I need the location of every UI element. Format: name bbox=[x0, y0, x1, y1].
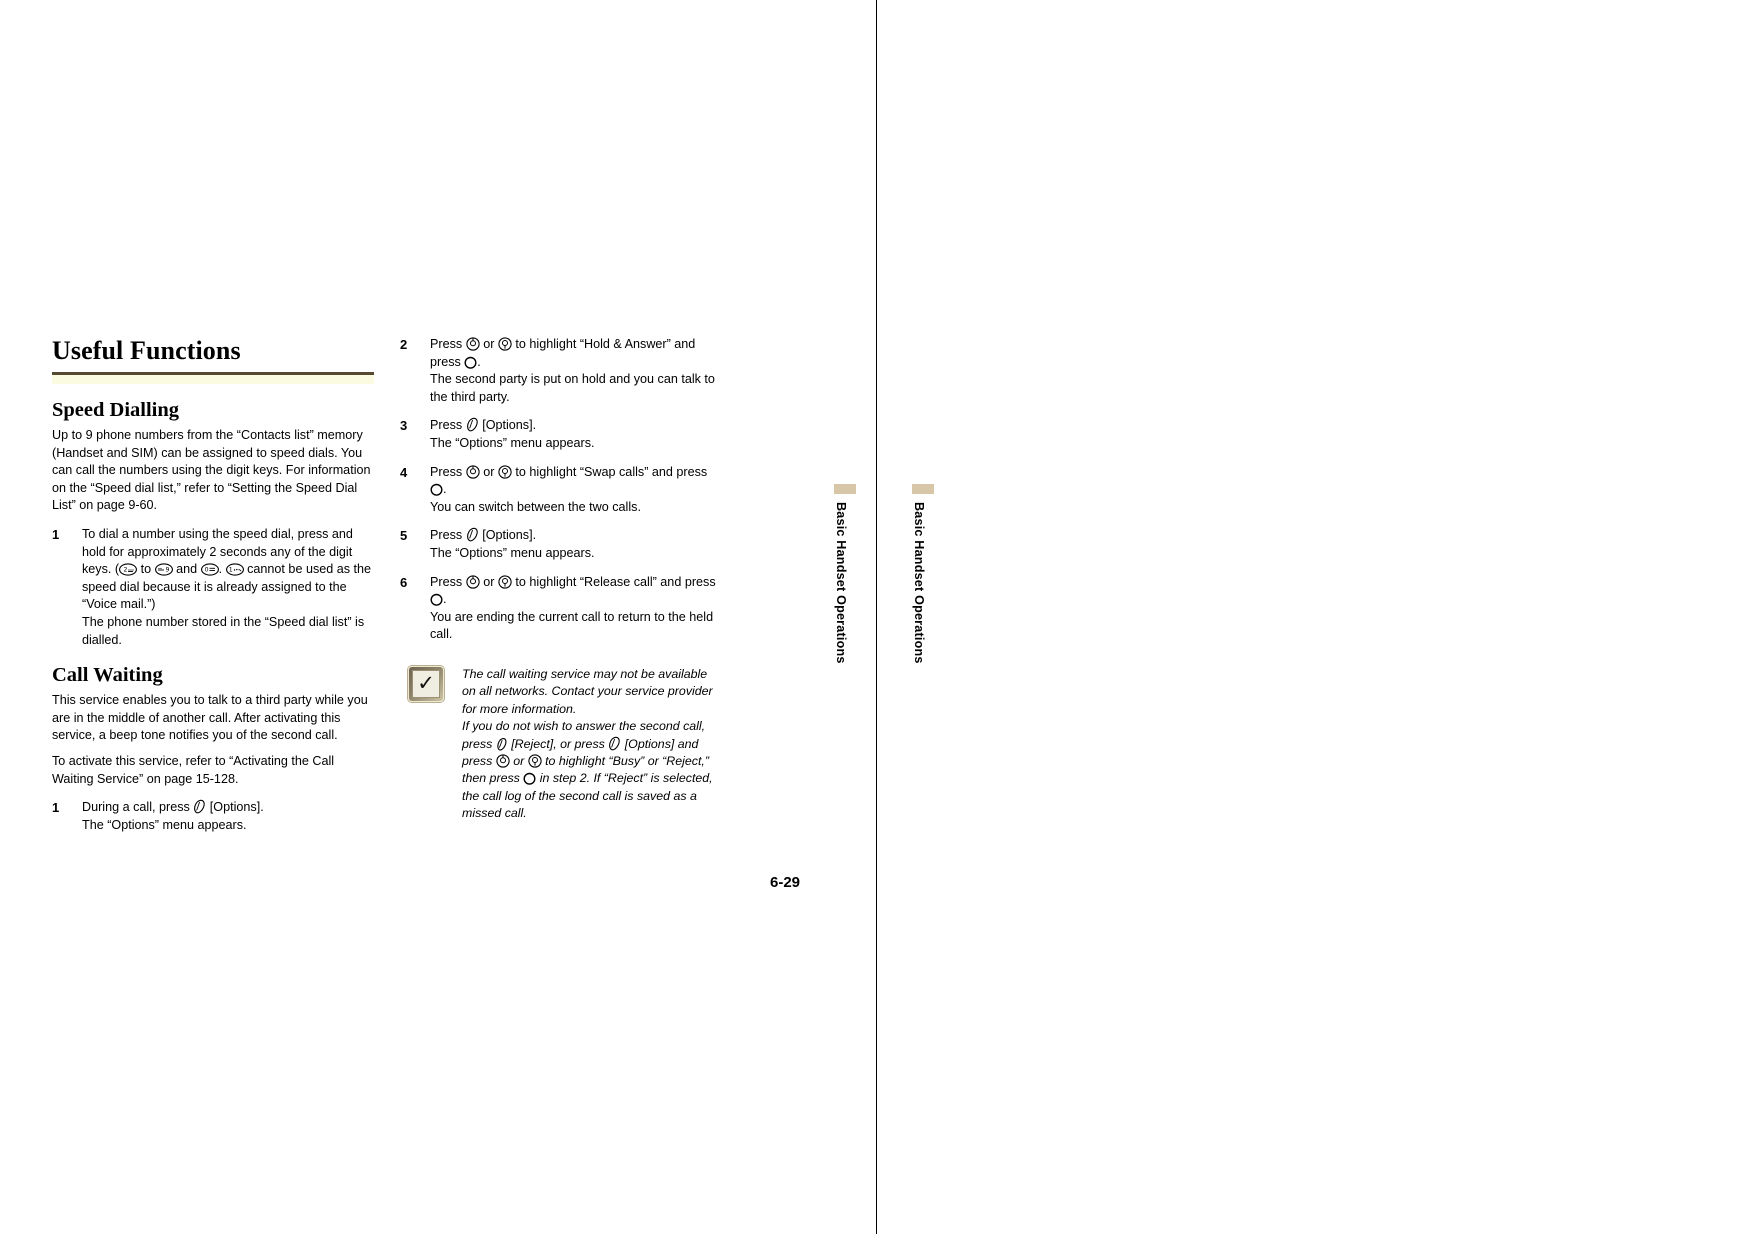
note-line-2-part: [Reject], or press bbox=[507, 736, 609, 751]
step-subtext: The “Options” menu appears. bbox=[82, 817, 247, 832]
step-item: 1 During a call, press [Options]. The “O… bbox=[52, 799, 374, 834]
call-waiting-para-2: To activate this service, refer to “Acti… bbox=[52, 753, 335, 786]
step-subtext: You are ending the current call to retur… bbox=[430, 609, 714, 642]
left-page-column-2: 2 Press or to highlight “Hold & Answer” … bbox=[400, 336, 720, 823]
step-text: Press or to highlight “Hold & Answer” an… bbox=[430, 336, 720, 406]
note-line-2-part: or bbox=[509, 753, 528, 768]
nav-down-key-icon bbox=[498, 574, 512, 589]
speed-dialling-intro: Up to 9 phone numbers from the “Contacts… bbox=[52, 428, 371, 513]
svg-text:0: 0 bbox=[204, 567, 208, 574]
step-item: 6 Press or to highlight “Release call” a… bbox=[400, 574, 720, 644]
step-subtext: The “Options” menu appears. bbox=[430, 435, 595, 450]
svg-text:2: 2 bbox=[124, 567, 128, 574]
step-number: 3 bbox=[400, 418, 408, 434]
svg-text:1: 1 bbox=[228, 567, 232, 574]
step-text-part: . bbox=[443, 482, 447, 497]
page-number-left: 6-29 bbox=[770, 874, 801, 891]
step-item: 2 Press or to highlight “Hold & Answer” … bbox=[400, 336, 720, 406]
step-text-part: or bbox=[479, 337, 498, 351]
ok-key-icon bbox=[430, 593, 443, 606]
step-item: 3 Press [Options]. The “Options” menu ap… bbox=[400, 417, 720, 452]
step-number: 4 bbox=[400, 464, 408, 480]
softkey-options-icon bbox=[466, 527, 479, 542]
step-text-part: to highlight “Swap calls” and press bbox=[511, 464, 708, 479]
step-text-part: or bbox=[479, 574, 498, 589]
step-text-part: Press bbox=[430, 418, 466, 433]
nav-up-key-icon bbox=[466, 337, 480, 351]
left-page-column-1: Useful Functions Speed Dialling Up to 9 … bbox=[52, 336, 374, 834]
section-heading-call-waiting: Call Waiting bbox=[52, 664, 163, 687]
step-text: Press or to highlight “Swap calls” and p… bbox=[430, 464, 720, 517]
softkey-options-icon bbox=[466, 417, 479, 432]
ok-key-icon bbox=[523, 772, 536, 786]
step-subtext: The second party is put on hold and you … bbox=[430, 372, 715, 404]
note-line-1: The call waiting service may not be avai… bbox=[462, 666, 713, 716]
step-text-part: . bbox=[443, 592, 447, 607]
call-waiting-para-1: This service enables you to talk to a th… bbox=[52, 693, 368, 743]
step-text-part: Press bbox=[430, 574, 466, 589]
step-text-part: to highlight “Release call” and press bbox=[511, 574, 716, 589]
step-text-part: and bbox=[172, 562, 201, 577]
nav-down-key-icon bbox=[498, 337, 512, 351]
digit-key-9-icon: 9 bbox=[154, 563, 173, 576]
step-text-part: [Options]. bbox=[478, 528, 537, 543]
ok-key-icon bbox=[430, 483, 443, 496]
nav-up-key-icon bbox=[496, 754, 510, 768]
left-page: Useful Functions Speed Dialling Up to 9 … bbox=[0, 0, 876, 1234]
step-text: Press [Options]. The “Options” menu appe… bbox=[430, 417, 720, 452]
step-text-part: Press bbox=[430, 464, 466, 479]
step-number: 5 bbox=[400, 528, 408, 544]
chapter-title: Useful Functions bbox=[52, 336, 241, 365]
page-spread: Basic Handset Operations Basic Handset O… bbox=[0, 0, 1752, 1234]
step-text-part: Press bbox=[430, 337, 466, 351]
step-text-part: . bbox=[477, 354, 481, 369]
step-subtext: The “Options” menu appears. bbox=[430, 545, 595, 560]
reject-key-icon bbox=[496, 737, 508, 751]
nav-down-key-icon bbox=[498, 464, 512, 479]
step-number: 6 bbox=[400, 574, 408, 590]
note-box: ✓ The call waiting service may not be av… bbox=[400, 665, 720, 823]
step-text: During a call, press [Options]. The “Opt… bbox=[82, 799, 374, 834]
step-text-part: During a call, press bbox=[82, 800, 194, 815]
step-text: To dial a number using the speed dial, p… bbox=[82, 526, 374, 649]
step-item: 5 Press [Options]. The “Options” menu ap… bbox=[400, 527, 720, 562]
step-item: 1 To dial a number using the speed dial,… bbox=[52, 526, 374, 649]
digit-key-1-icon: 1 bbox=[225, 563, 244, 576]
step-text-part: to bbox=[137, 562, 155, 577]
step-text-part: [Options]. bbox=[478, 418, 537, 433]
nav-up-key-icon bbox=[466, 464, 480, 479]
step-number: 1 bbox=[52, 526, 60, 542]
right-page: Accessing the Text message Menu During a… bbox=[876, 0, 1752, 1234]
step-text: Press [Options]. The “Options” menu appe… bbox=[430, 527, 720, 562]
digit-key-0-icon: 0 bbox=[200, 563, 219, 576]
svg-text:9: 9 bbox=[165, 567, 169, 574]
step-subtext: You can switch between the two calls. bbox=[430, 499, 641, 514]
nav-down-key-icon bbox=[528, 754, 542, 768]
note-checkmark-icon: ✓ bbox=[408, 665, 444, 702]
step-text-part: . bbox=[218, 562, 226, 577]
softkey-options-icon bbox=[608, 736, 621, 751]
step-text-part: [Options]. bbox=[206, 800, 264, 815]
ok-key-icon bbox=[464, 356, 477, 369]
note-text: The call waiting service may not be avai… bbox=[458, 666, 720, 823]
nav-up-key-icon bbox=[466, 574, 480, 589]
step-number: 1 bbox=[52, 800, 60, 816]
step-text-part: or bbox=[479, 464, 498, 479]
digit-key-2-icon: 2 bbox=[119, 563, 138, 576]
step-subtext: The phone number stored in the “Speed di… bbox=[82, 614, 365, 647]
chapter-title-rule bbox=[52, 372, 374, 384]
checkmark-glyph: ✓ bbox=[412, 669, 440, 698]
section-heading-speed-dialling: Speed Dialling bbox=[52, 399, 180, 421]
step-text-part: Press bbox=[430, 528, 466, 543]
step-text: Press or to highlight “Release call” and… bbox=[430, 574, 720, 644]
step-item: 4 Press or to highlight “Swap calls” and… bbox=[400, 464, 720, 517]
softkey-options-icon bbox=[193, 799, 206, 814]
step-number: 2 bbox=[400, 337, 408, 352]
